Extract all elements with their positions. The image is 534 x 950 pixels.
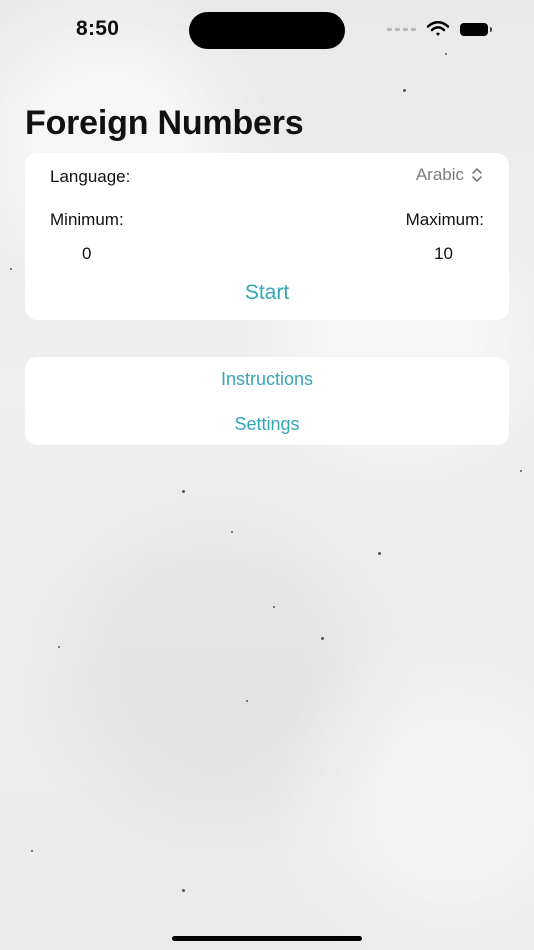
background-speck [10, 268, 12, 270]
maximum-label: Maximum: [405, 210, 484, 229]
background-speck [273, 606, 275, 608]
background-speck [403, 89, 406, 92]
battery-icon [460, 22, 492, 36]
start-button[interactable]: Start [25, 281, 509, 305]
status-time: 8:50 [76, 17, 120, 40]
background-speck [182, 889, 185, 892]
page-title: Foreign Numbers [25, 104, 304, 142]
wifi-icon [426, 20, 450, 36]
minimum-value[interactable]: 0 [82, 244, 91, 264]
chevron-up-down-icon [472, 168, 482, 182]
background-speck [246, 700, 248, 702]
minimum-label: Minimum: [50, 210, 124, 229]
background-speck [58, 646, 60, 648]
home-indicator [172, 936, 362, 941]
background-speck [321, 637, 324, 640]
language-selector[interactable]: Arabic [416, 165, 483, 185]
background-speck [378, 552, 381, 555]
background-speck [182, 490, 185, 493]
background-speck [31, 850, 33, 852]
background-speck [520, 470, 522, 472]
settings-button[interactable]: Settings [25, 414, 509, 435]
instructions-button[interactable]: Instructions [25, 369, 509, 390]
dynamic-island [189, 12, 345, 49]
language-value: Arabic [415, 165, 464, 184]
maximum-value[interactable]: 10 [434, 244, 453, 264]
background-speck [231, 531, 233, 533]
menu-card: Instructions Settings [25, 357, 509, 445]
signal-dots-icon [387, 27, 416, 31]
status-bar: 8:50 [0, 0, 534, 60]
language-label: Language: [50, 167, 131, 186]
practice-settings-card: Language: Arabic Minimum: Maximum: 0 10 … [25, 153, 509, 320]
status-icons [387, 20, 492, 38]
